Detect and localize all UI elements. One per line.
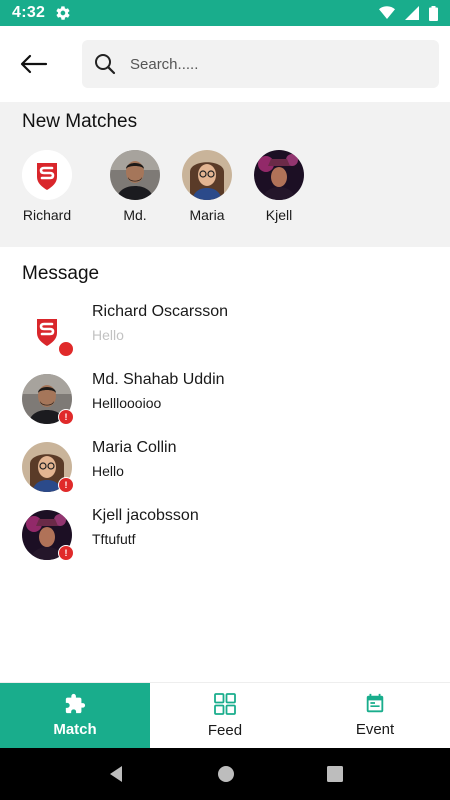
match-name: Maria	[189, 207, 225, 223]
back-button[interactable]	[6, 36, 62, 92]
system-recents-icon[interactable]	[327, 766, 343, 782]
unread-badge: !	[58, 545, 74, 561]
avatar	[110, 150, 160, 200]
match-list: Richard Md. Maria Kjell	[22, 150, 315, 223]
nav-label: Event	[355, 721, 395, 738]
arrow-left-icon	[20, 54, 48, 74]
nav-label: Feed	[207, 722, 243, 739]
match-item-richard[interactable]: Richard	[22, 150, 72, 223]
contact-name: Maria Collin	[92, 439, 177, 456]
new-matches-title: New Matches	[22, 111, 138, 132]
nav-label: Match	[53, 721, 97, 738]
person-photo-icon	[110, 150, 160, 200]
puzzle-icon	[65, 693, 86, 714]
nav-tab-event[interactable]: Event	[300, 683, 450, 748]
contact-name: Kjell jacobsson	[92, 507, 199, 524]
battery-icon	[429, 5, 438, 21]
person-photo-icon	[182, 150, 232, 200]
match-item-kjell[interactable]: Kjell	[243, 150, 315, 223]
settings-gear-icon	[56, 6, 70, 20]
match-item-md[interactable]: Md.	[99, 150, 171, 223]
status-bar: 4:32	[0, 0, 450, 26]
status-icons	[379, 5, 438, 21]
match-name: Md.	[123, 207, 147, 223]
match-item-maria[interactable]: Maria	[171, 150, 243, 223]
match-name: Richard	[22, 207, 72, 223]
nav-tab-feed[interactable]: Feed	[150, 683, 300, 748]
person-photo-icon	[254, 150, 304, 200]
calendar-icon	[366, 693, 384, 713]
message-preview: Hello	[92, 327, 124, 343]
bottom-navigation: Match Feed Event	[0, 682, 450, 748]
message-row-md-shahab[interactable]: ! Md. Shahab Uddin Hellloooioo	[0, 365, 450, 433]
avatar	[254, 150, 304, 200]
wifi-icon	[379, 6, 395, 19]
system-home-icon[interactable]	[217, 765, 235, 783]
message-row-richard[interactable]: Richard Oscarsson Hello	[0, 297, 450, 365]
status-time: 4:32	[12, 4, 46, 21]
message-preview: Hello	[92, 463, 124, 479]
unread-badge	[58, 341, 74, 357]
message-preview: Tftufutf	[92, 531, 136, 547]
message-preview: Hellloooioo	[92, 395, 162, 411]
new-matches-section: New Matches Richard Md. Maria Kjell	[0, 102, 450, 247]
shield-logo-icon	[22, 150, 72, 200]
avatar-wrap: !	[22, 374, 74, 425]
unread-badge: !	[58, 477, 74, 493]
messages-title: Message	[22, 263, 100, 284]
search-icon	[95, 54, 116, 75]
signal-icon	[405, 6, 419, 20]
contact-name: Md. Shahab Uddin	[92, 371, 225, 388]
match-name: Kjell	[265, 207, 293, 223]
contact-name: Richard Oscarsson	[92, 303, 229, 320]
avatar-wrap	[22, 306, 74, 357]
search-input[interactable]	[130, 55, 410, 73]
system-back-icon[interactable]	[107, 765, 125, 783]
unread-badge: !	[58, 409, 74, 425]
message-list: Richard Oscarsson Hello ! Md. Shahab Udd…	[0, 297, 450, 569]
avatar	[182, 150, 232, 200]
message-row-maria[interactable]: ! Maria Collin Hello	[0, 433, 450, 501]
grid-icon	[214, 693, 236, 715]
header	[0, 26, 450, 102]
avatar-wrap: !	[22, 510, 74, 561]
avatar	[22, 150, 72, 200]
message-row-kjell[interactable]: ! Kjell jacobsson Tftufutf	[0, 501, 450, 569]
search-bar[interactable]	[82, 40, 439, 88]
avatar-wrap: !	[22, 442, 74, 493]
system-navigation-bar	[0, 748, 450, 800]
nav-tab-match[interactable]: Match	[0, 683, 150, 748]
